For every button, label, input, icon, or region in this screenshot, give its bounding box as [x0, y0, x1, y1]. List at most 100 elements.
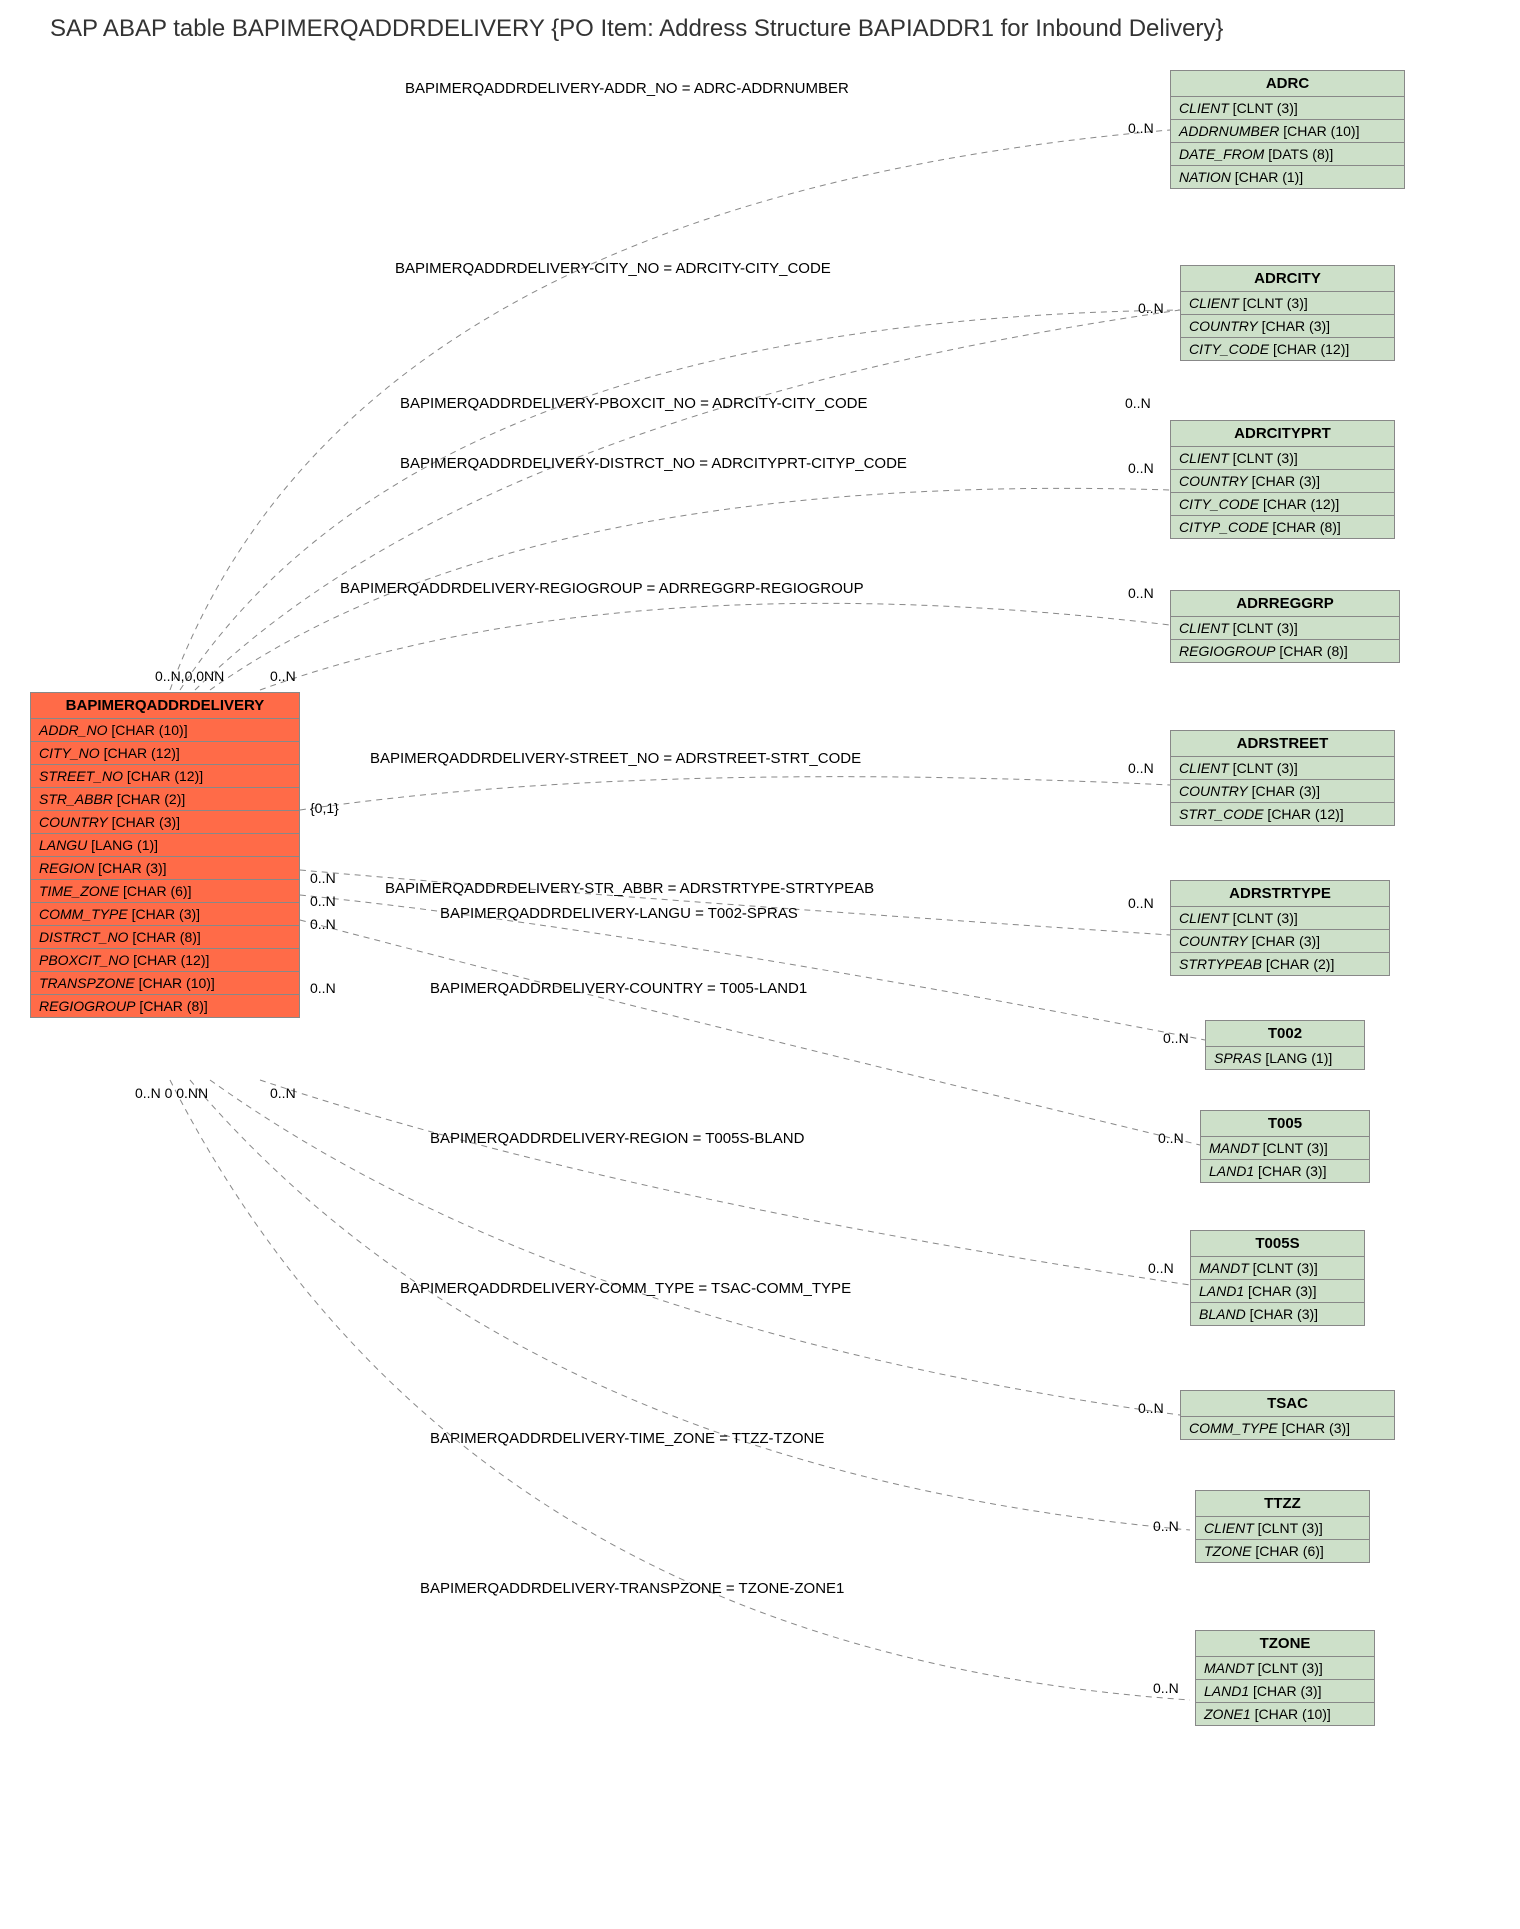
main-field-row: TIME_ZONE [CHAR (6)] — [31, 880, 299, 903]
ref-table-t005: T005MANDT [CLNT (3)]LAND1 [CHAR (3)] — [1200, 1110, 1370, 1183]
ref-field-row: LAND1 [CHAR (3)] — [1191, 1280, 1364, 1303]
rel-label: BAPIMERQADDRDELIVERY-ADDR_NO = ADRC-ADDR… — [405, 80, 849, 97]
ref-table-adrstreet: ADRSTREETCLIENT [CLNT (3)]COUNTRY [CHAR … — [1170, 730, 1395, 826]
ref-table-header: ADRSTRTYPE — [1171, 881, 1389, 907]
ref-table-header: ADRC — [1171, 71, 1404, 97]
main-field-row: COMM_TYPE [CHAR (3)] — [31, 903, 299, 926]
ref-table-adrcityprt: ADRCITYPRTCLIENT [CLNT (3)]COUNTRY [CHAR… — [1170, 420, 1395, 539]
cardinality: 0..N — [310, 893, 336, 909]
main-field-row: LANGU [LANG (1)] — [31, 834, 299, 857]
cardinality: 0..N — [1153, 1518, 1179, 1534]
rel-label: BAPIMERQADDRDELIVERY-LANGU = T002-SPRAS — [440, 905, 798, 922]
ref-field-row: CLIENT [CLNT (3)] — [1171, 757, 1394, 780]
ref-field-row: COUNTRY [CHAR (3)] — [1171, 780, 1394, 803]
ref-field-row: LAND1 [CHAR (3)] — [1201, 1160, 1369, 1182]
ref-field-row: REGIOGROUP [CHAR (8)] — [1171, 640, 1399, 662]
ref-field-row: CLIENT [CLNT (3)] — [1181, 292, 1394, 315]
ref-table-tsac: TSACCOMM_TYPE [CHAR (3)] — [1180, 1390, 1395, 1440]
main-field-row: COUNTRY [CHAR (3)] — [31, 811, 299, 834]
ref-field-row: BLAND [CHAR (3)] — [1191, 1303, 1364, 1325]
cardinality: 0..N — [1128, 585, 1154, 601]
cardinality: {0,1} — [310, 800, 339, 816]
ref-field-row: STRT_CODE [CHAR (12)] — [1171, 803, 1394, 825]
cardinality: 0..N — [1128, 760, 1154, 776]
ref-table-header: T005S — [1191, 1231, 1364, 1257]
main-field-row: ADDR_NO [CHAR (10)] — [31, 719, 299, 742]
ref-table-t005s: T005SMANDT [CLNT (3)]LAND1 [CHAR (3)]BLA… — [1190, 1230, 1365, 1326]
ref-field-row: MANDT [CLNT (3)] — [1191, 1257, 1364, 1280]
main-table: BAPIMERQADDRDELIVERY ADDR_NO [CHAR (10)]… — [30, 692, 300, 1018]
ref-table-header: TZONE — [1196, 1631, 1374, 1657]
ref-field-row: STRTYPEAB [CHAR (2)] — [1171, 953, 1389, 975]
ref-table-header: ADRCITYPRT — [1171, 421, 1394, 447]
ref-field-row: MANDT [CLNT (3)] — [1201, 1137, 1369, 1160]
main-field-row: STR_ABBR [CHAR (2)] — [31, 788, 299, 811]
main-field-row: PBOXCIT_NO [CHAR (12)] — [31, 949, 299, 972]
rel-label: BAPIMERQADDRDELIVERY-REGION = T005S-BLAN… — [430, 1130, 804, 1147]
rel-label: BAPIMERQADDRDELIVERY-STREET_NO = ADRSTRE… — [370, 750, 861, 767]
ref-field-row: CLIENT [CLNT (3)] — [1171, 447, 1394, 470]
main-field-row: STREET_NO [CHAR (12)] — [31, 765, 299, 788]
cardinality: 0..N,0,0NN — [155, 668, 224, 684]
cardinality: 0..N 0 0.NN — [135, 1085, 208, 1101]
cardinality: 0..N — [1138, 1400, 1164, 1416]
ref-field-row: CLIENT [CLNT (3)] — [1196, 1517, 1369, 1540]
cardinality: 0..N — [1128, 120, 1154, 136]
cardinality: 0..N — [1148, 1260, 1174, 1276]
ref-table-adrstrtype: ADRSTRTYPECLIENT [CLNT (3)]COUNTRY [CHAR… — [1170, 880, 1390, 976]
ref-table-header: ADRREGGRP — [1171, 591, 1399, 617]
page-title: SAP ABAP table BAPIMERQADDRDELIVERY {PO … — [50, 15, 1223, 43]
rel-label: BAPIMERQADDRDELIVERY-PBOXCIT_NO = ADRCIT… — [400, 395, 867, 412]
ref-field-row: MANDT [CLNT (3)] — [1196, 1657, 1374, 1680]
ref-field-row: COUNTRY [CHAR (3)] — [1181, 315, 1394, 338]
diagram-canvas: SAP ABAP table BAPIMERQADDRDELIVERY {PO … — [0, 0, 1520, 1929]
rel-label: BAPIMERQADDRDELIVERY-TRANSPZONE = TZONE-… — [420, 1580, 844, 1597]
ref-table-header: T005 — [1201, 1111, 1369, 1137]
ref-field-row: NATION [CHAR (1)] — [1171, 166, 1404, 188]
ref-field-row: CITYP_CODE [CHAR (8)] — [1171, 516, 1394, 538]
ref-field-row: CLIENT [CLNT (3)] — [1171, 907, 1389, 930]
cardinality: 0..N — [1158, 1130, 1184, 1146]
ref-field-row: TZONE [CHAR (6)] — [1196, 1540, 1369, 1562]
rel-label: BAPIMERQADDRDELIVERY-COMM_TYPE = TSAC-CO… — [400, 1280, 851, 1297]
rel-label: BAPIMERQADDRDELIVERY-TIME_ZONE = TTZZ-TZ… — [430, 1430, 824, 1447]
main-field-row: REGION [CHAR (3)] — [31, 857, 299, 880]
main-field-row: REGIOGROUP [CHAR (8)] — [31, 995, 299, 1017]
ref-field-row: CITY_CODE [CHAR (12)] — [1181, 338, 1394, 360]
ref-table-header: ADRCITY — [1181, 266, 1394, 292]
ref-field-row: ZONE1 [CHAR (10)] — [1196, 1703, 1374, 1725]
cardinality: 0..N — [310, 870, 336, 886]
main-field-row: DISTRCT_NO [CHAR (8)] — [31, 926, 299, 949]
ref-table-tzone: TZONEMANDT [CLNT (3)]LAND1 [CHAR (3)]ZON… — [1195, 1630, 1375, 1726]
ref-table-header: T002 — [1206, 1021, 1364, 1047]
ref-field-row: CLIENT [CLNT (3)] — [1171, 97, 1404, 120]
rel-label: BAPIMERQADDRDELIVERY-CITY_NO = ADRCITY-C… — [395, 260, 831, 277]
ref-field-row: CLIENT [CLNT (3)] — [1171, 617, 1399, 640]
rel-label: BAPIMERQADDRDELIVERY-REGIOGROUP = ADRREG… — [340, 580, 864, 597]
cardinality: 0..N — [270, 1085, 296, 1101]
ref-field-row: CITY_CODE [CHAR (12)] — [1171, 493, 1394, 516]
main-table-header: BAPIMERQADDRDELIVERY — [31, 693, 299, 719]
cardinality: 0..N — [1128, 895, 1154, 911]
rel-label: BAPIMERQADDRDELIVERY-DISTRCT_NO = ADRCIT… — [400, 455, 907, 472]
cardinality: 0..N — [1163, 1030, 1189, 1046]
ref-field-row: COUNTRY [CHAR (3)] — [1171, 930, 1389, 953]
ref-field-row: ADDRNUMBER [CHAR (10)] — [1171, 120, 1404, 143]
ref-table-ttzz: TTZZCLIENT [CLNT (3)]TZONE [CHAR (6)] — [1195, 1490, 1370, 1563]
main-field-row: TRANSPZONE [CHAR (10)] — [31, 972, 299, 995]
cardinality: 0..N — [310, 916, 336, 932]
ref-table-t002: T002SPRAS [LANG (1)] — [1205, 1020, 1365, 1070]
ref-table-header: ADRSTREET — [1171, 731, 1394, 757]
cardinality: 0..N — [310, 980, 336, 996]
ref-field-row: SPRAS [LANG (1)] — [1206, 1047, 1364, 1069]
ref-table-adrreggrp: ADRREGGRPCLIENT [CLNT (3)]REGIOGROUP [CH… — [1170, 590, 1400, 663]
cardinality: 0..N — [1138, 300, 1164, 316]
cardinality: 0..N — [1125, 395, 1151, 411]
cardinality: 0..N — [1153, 1680, 1179, 1696]
ref-field-row: COUNTRY [CHAR (3)] — [1171, 470, 1394, 493]
ref-table-adrc: ADRCCLIENT [CLNT (3)]ADDRNUMBER [CHAR (1… — [1170, 70, 1405, 189]
ref-table-header: TSAC — [1181, 1391, 1394, 1417]
ref-field-row: DATE_FROM [DATS (8)] — [1171, 143, 1404, 166]
ref-table-adrcity: ADRCITYCLIENT [CLNT (3)]COUNTRY [CHAR (3… — [1180, 265, 1395, 361]
rel-label: BAPIMERQADDRDELIVERY-STR_ABBR = ADRSTRTY… — [385, 880, 874, 897]
